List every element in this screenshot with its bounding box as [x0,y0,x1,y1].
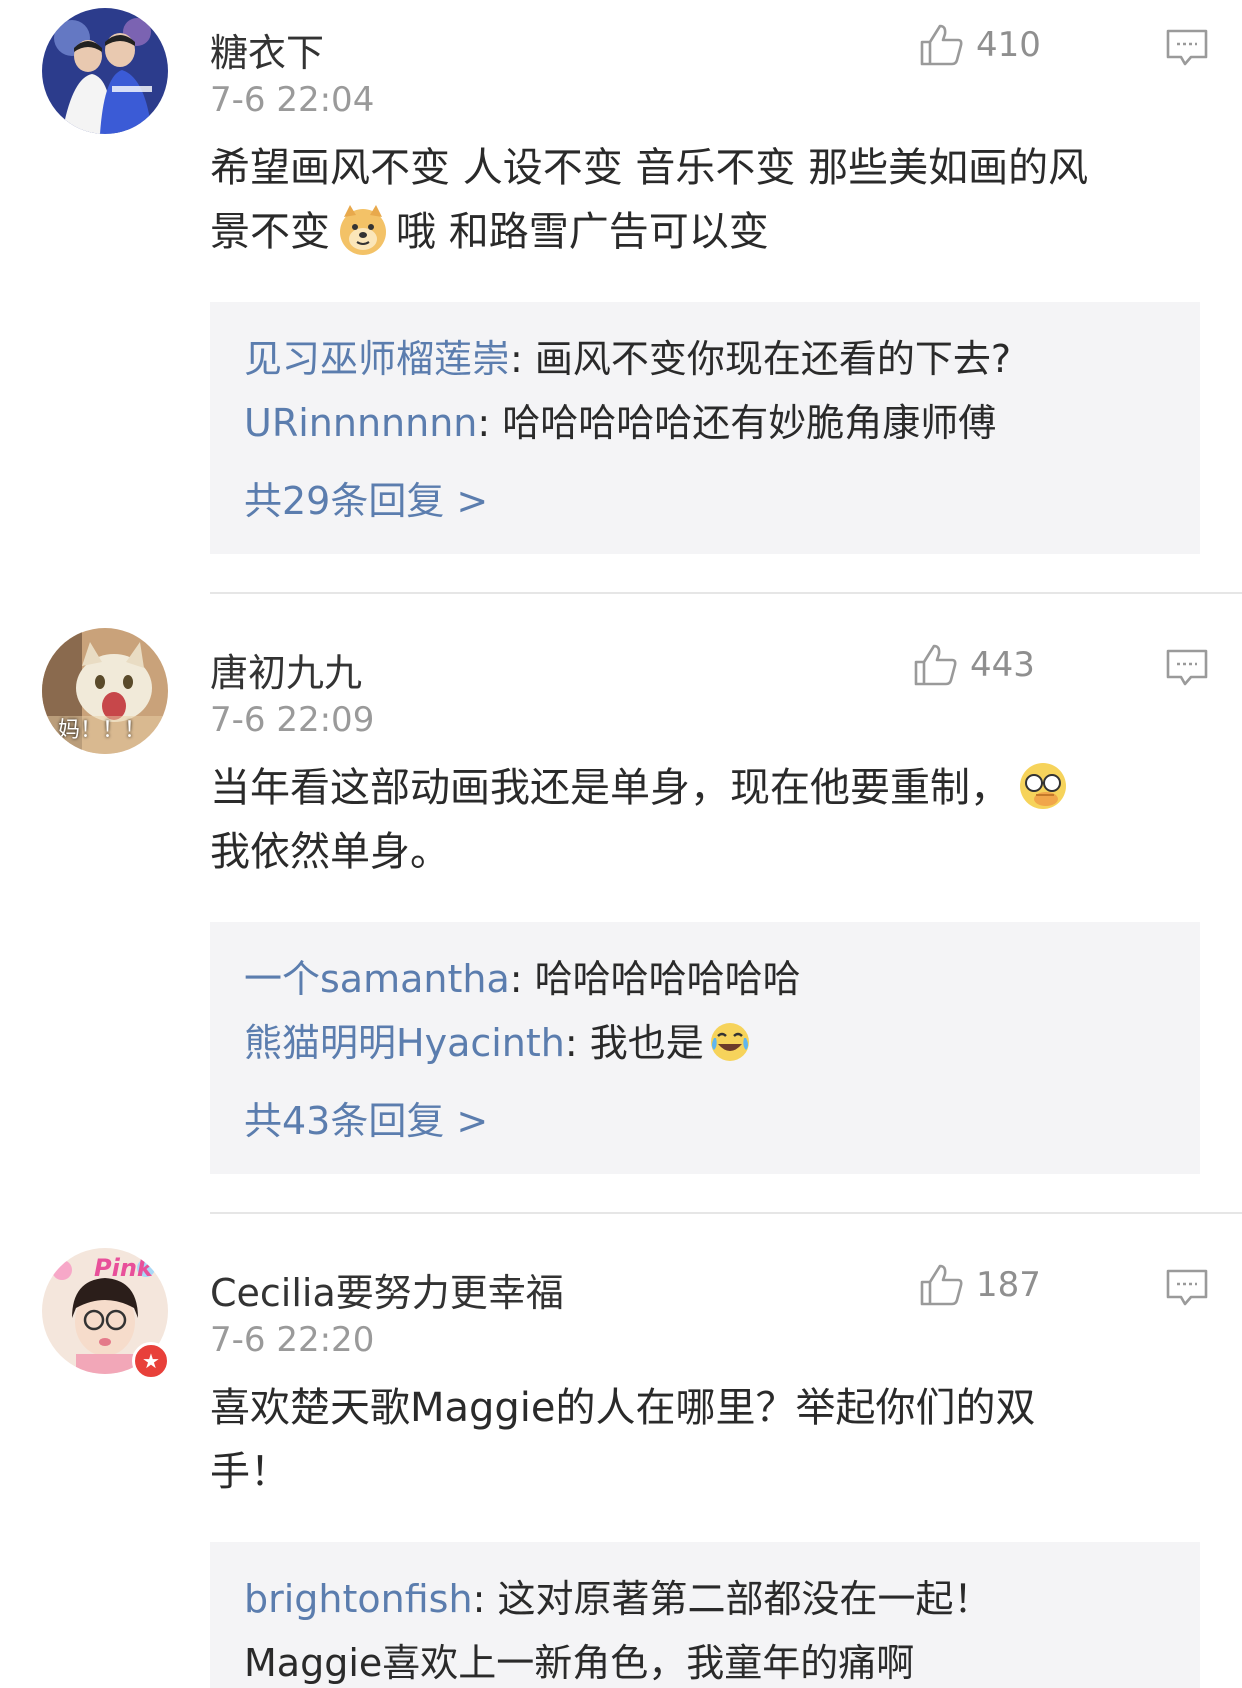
reply-preview-box[interactable]: 一个samantha: 哈哈哈哈哈哈哈 熊猫明明Hyacinth: 我也是 共4… [210,922,1200,1174]
reply-line[interactable]: 一个samantha: 哈哈哈哈哈哈哈 [244,948,801,1003]
reply-separator: : [510,337,535,381]
comment-text-segment: 当年看这部动画我还是单身，现在他要重制， [210,765,1010,811]
doge-emoji-icon [340,205,386,255]
reply-comment-icon[interactable] [1165,648,1209,688]
divider [210,1212,1242,1214]
comment-timestamp: 7-6 22:20 [210,1320,375,1360]
reply-text: 画风不变你现在还看的下去? [534,337,1012,381]
verified-badge-icon: ★ [132,1342,170,1380]
like-count: 187 [976,1265,1041,1305]
comment-text: 希望画风不变 人设不变 音乐不变 那些美如画的风 景不变 哦 和路雪广告可以变 [210,136,1210,264]
comment-text-line: 希望画风不变 人设不变 音乐不变 那些美如画的风 [210,145,1089,191]
reply-separator: : [472,1577,498,1621]
reply-text: 哈哈哈哈哈哈哈 [534,957,801,1001]
reply-line[interactable]: 见习巫师榴莲崇: 画风不变你现在还看的下去? [244,328,1011,383]
avatar[interactable]: 妈！！！ [42,628,168,754]
reply-line[interactable]: Maggie喜欢上一新角色，我童年的痛啊 [244,1632,914,1687]
thumbs-up-icon [914,644,957,686]
reply-username[interactable]: URinnnnnnn [244,401,477,445]
like-button[interactable]: 443 [912,642,1035,688]
comment-text: 当年看这部动画我还是单身，现在他要重制， 我依然单身。 [210,756,1210,884]
reply-line[interactable]: URinnnnnnn: 哈哈哈哈哈还有妙脆角康师傅 [244,392,996,447]
reply-separator: : [477,401,503,445]
view-all-replies-link[interactable]: 共29条回复 > [244,470,488,525]
reply-username[interactable]: brightonfish [244,1577,473,1621]
laugh-cry-emoji-icon [710,1023,749,1061]
view-all-replies-link[interactable]: 共43条回复 > [244,1090,488,1145]
thumbs-up-icon [920,1264,963,1306]
comment-username[interactable]: Cecilia要努力更幸福 [210,1262,564,1317]
reply-username[interactable]: 见习巫师榴莲崇 [244,337,510,381]
reply-preview-box[interactable]: 见习巫师榴莲崇: 画风不变你现在还看的下去? URinnnnnnn: 哈哈哈哈哈… [210,302,1200,554]
comment-text-line: 景不变 哦 和路雪广告可以变 [210,200,1210,264]
reply-text: 哈哈哈哈哈还有妙脆角康师傅 [502,401,997,445]
comment-text-line: 当年看这部动画我还是单身，现在他要重制， [210,756,1210,820]
comment-text-line: 我依然单身。 [210,829,450,875]
like-button[interactable]: 187 [918,1262,1041,1308]
divider [210,592,1242,594]
avatar-caption: 妈！！！ [58,718,147,743]
comment-text-segment: 哦 和路雪广告可以变 [396,209,769,255]
comment-text: 喜欢楚天歌Maggie的人在哪里？举起你们的双 手！ [210,1376,1210,1504]
avatar[interactable] [42,8,168,134]
reply-separator: : [509,957,535,1001]
reply-text: 这对原著第二部都没在一起！ [497,1577,992,1621]
reply-separator: : [564,1021,590,1065]
reply-username[interactable]: 熊猫明明Hyacinth [244,1021,565,1065]
reply-line[interactable]: 熊猫明明Hyacinth: 我也是 [244,1012,752,1067]
reply-comment-icon[interactable] [1165,28,1209,68]
comment-username[interactable]: 糖衣下 [210,22,324,77]
like-count: 410 [976,25,1041,65]
comment-timestamp: 7-6 22:09 [210,700,375,740]
reply-preview-box[interactable]: brightonfish: 这对原著第二部都没在一起！ Maggie喜欢上一新角… [210,1542,1200,1688]
comment-text-segment: 景不变 [210,209,330,255]
reply-text: Maggie喜欢上一新角色，我童年的痛啊 [244,1641,915,1685]
reply-comment-icon[interactable] [1165,1268,1209,1308]
reply-line[interactable]: brightonfish: 这对原著第二部都没在一起！ [244,1568,991,1623]
reply-text: 我也是 [589,1021,704,1065]
comment-timestamp: 7-6 22:04 [210,80,375,120]
avatar-caption: Pink [94,1254,153,1282]
like-count: 443 [970,645,1035,685]
like-button[interactable]: 410 [918,22,1041,68]
facepalm-emoji-icon [1020,763,1066,809]
reply-username[interactable]: 一个samantha [244,957,510,1001]
comment-username[interactable]: 唐初九九 [210,642,362,697]
comment-text-line: 喜欢楚天歌Maggie的人在哪里？举起你们的双 [210,1385,1036,1431]
comment-text-line: 手！ [210,1449,290,1495]
thumbs-up-icon [920,24,963,66]
